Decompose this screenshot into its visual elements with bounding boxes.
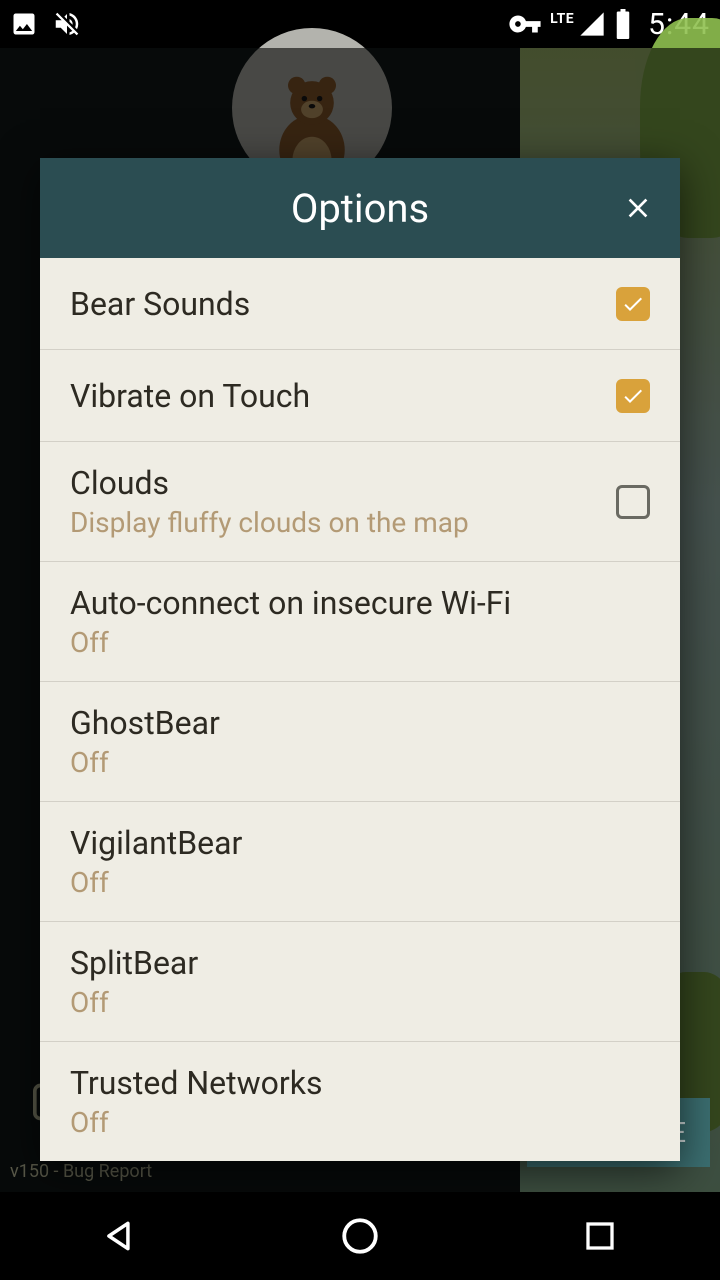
option-label: Auto-connect on insecure Wi-Fi	[70, 584, 650, 622]
option-row-bear-sounds[interactable]: Bear Sounds	[40, 258, 680, 350]
close-button[interactable]	[618, 188, 658, 228]
option-label: SplitBear	[70, 944, 650, 982]
option-label: Clouds	[70, 464, 604, 502]
option-row-vibrate-on-touch[interactable]: Vibrate on Touch	[40, 350, 680, 442]
checkbox[interactable]	[616, 287, 650, 321]
option-label: GhostBear	[70, 704, 650, 742]
option-label: Bear Sounds	[70, 285, 604, 323]
options-list: Bear Sounds Vibrate on Touch Clouds Display…	[40, 258, 680, 1161]
close-icon	[622, 192, 654, 224]
option-row-ghostbear[interactable]: GhostBear Off	[40, 682, 680, 802]
status-bar: LTE 5:44	[0, 0, 720, 48]
option-sublabel: Off	[70, 986, 650, 1019]
vpn-key-icon	[508, 7, 542, 41]
circle-home-icon	[339, 1215, 381, 1257]
version-label: v150 - Bug Report	[10, 1161, 152, 1182]
check-icon	[621, 384, 645, 408]
triangle-back-icon	[101, 1217, 139, 1255]
option-sublabel: Off	[70, 746, 650, 779]
option-label: Vibrate on Touch	[70, 377, 604, 415]
option-label: VigilantBear	[70, 824, 650, 862]
navigation-bar	[0, 1192, 720, 1280]
checkbox[interactable]	[616, 379, 650, 413]
dialog-header: Options	[40, 158, 680, 258]
picture-icon	[10, 10, 38, 38]
cell-signal-icon	[578, 10, 606, 38]
recent-button[interactable]	[575, 1211, 625, 1261]
option-sublabel: Off	[70, 1106, 650, 1139]
battery-icon	[614, 9, 632, 39]
network-type-label: LTE	[550, 11, 574, 27]
option-row-trusted-networks[interactable]: Trusted Networks Off	[40, 1042, 680, 1161]
option-sublabel: Off	[70, 626, 650, 659]
option-row-vigilantbear[interactable]: VigilantBear Off	[40, 802, 680, 922]
option-row-splitbear[interactable]: SplitBear Off	[40, 922, 680, 1042]
back-button[interactable]	[95, 1211, 145, 1261]
home-button[interactable]	[335, 1211, 385, 1261]
option-sublabel: Display fluffy clouds on the map	[70, 506, 604, 539]
options-dialog: Options Bear Sounds Vibrate on Touch Cloud…	[40, 158, 680, 1161]
square-recent-icon	[582, 1218, 618, 1254]
option-label: Trusted Networks	[70, 1064, 650, 1102]
checkbox[interactable]	[616, 485, 650, 519]
option-row-clouds[interactable]: Clouds Display fluffy clouds on the map	[40, 442, 680, 562]
dialog-title: Options	[291, 185, 429, 232]
option-sublabel: Off	[70, 866, 650, 899]
option-row-auto-connect-on-insecure-wi-fi[interactable]: Auto-connect on insecure Wi-Fi Off	[40, 562, 680, 682]
mute-icon	[52, 9, 82, 39]
check-icon	[621, 292, 645, 316]
